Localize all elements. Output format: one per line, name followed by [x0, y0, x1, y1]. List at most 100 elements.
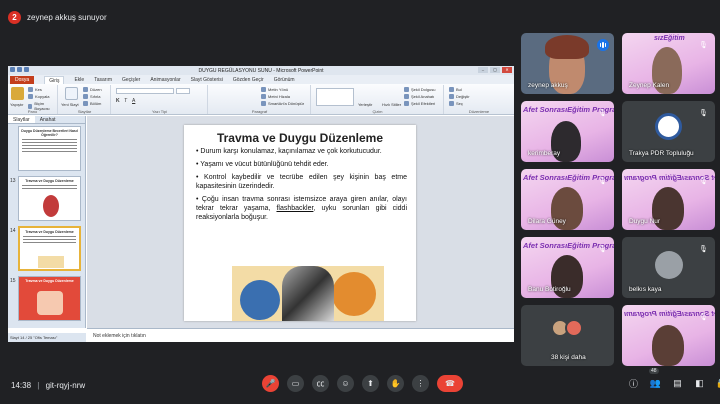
participant-tile[interactable]: Afet SonrasıEğitim Programı 🎙 kerimberay: [521, 101, 614, 162]
leave-call-button[interactable]: ☎: [437, 375, 463, 392]
find-button[interactable]: Bul: [449, 87, 462, 92]
slide-thumbnail-selected[interactable]: 14 Travma ve Duygu Düzenleme: [10, 226, 84, 273]
tab-transitions[interactable]: Geçişler: [122, 77, 140, 83]
paste-icon[interactable]: [11, 87, 24, 100]
speaking-indicator-icon: [597, 39, 609, 51]
camera-button[interactable]: ▭: [287, 375, 304, 392]
close-button[interactable]: ✕: [502, 67, 512, 73]
reset-button[interactable]: Sıfırla: [83, 94, 100, 99]
text-direction-button[interactable]: Metin Yönü: [261, 87, 288, 92]
shape-effects-button[interactable]: Şekil Efektleri: [404, 101, 435, 106]
font-name-field[interactable]: [116, 88, 174, 94]
layout-icon: [83, 87, 88, 92]
minimize-button[interactable]: –: [478, 67, 488, 73]
new-slide-button[interactable]: Yeni Slayt: [61, 102, 79, 107]
more-vert-icon: ⋮: [416, 379, 425, 388]
fill-icon: [404, 87, 409, 92]
font-size-field[interactable]: [176, 88, 190, 94]
tab-home[interactable]: Giriş: [44, 75, 65, 84]
ribbon-group-paragraph: Metin Yönü Metni Hizala SmartArt'a Dönüş…: [209, 85, 311, 114]
align-text-icon: [261, 94, 266, 99]
maximize-button[interactable]: ▢: [490, 67, 500, 73]
tab-file[interactable]: Dosya: [10, 75, 35, 84]
align-text-button[interactable]: Metni Hizala: [261, 94, 290, 99]
participant-tile[interactable]: 🎙 Trakya PDR Topluluğu: [622, 101, 715, 162]
captions-icon: ㏄: [316, 379, 325, 388]
participant-tile[interactable]: Afet SonrasıEğitim Programı 🎙 Duygu Nur: [622, 169, 715, 230]
present-button[interactable]: ⬆: [362, 375, 379, 392]
host-controls-button[interactable]: 🔒: [715, 377, 720, 390]
muted-mic-icon: 🎙: [699, 177, 708, 185]
chat-button[interactable]: ▤: [671, 377, 684, 390]
shape-outline-button[interactable]: Şekil Anahatı: [404, 94, 434, 99]
tab-outline[interactable]: Anahat: [35, 116, 61, 123]
text-direction-icon: [261, 87, 266, 92]
tab-insert[interactable]: Ekle: [74, 77, 84, 83]
tab-slideshow[interactable]: Slayt Gösterisi: [191, 77, 223, 83]
participant-tile[interactable]: Afet SonrasıEğitim Programı 🎙 Dilara Gün…: [521, 169, 614, 230]
emoji-icon: ☺: [341, 379, 350, 388]
slide-thumbnail[interactable]: 13 Travma ve Duygu Düzenleme: [10, 176, 84, 223]
muted-mic-icon: 🎙: [699, 313, 708, 321]
notes-pane[interactable]: Not eklemek için tıklatın: [87, 328, 514, 342]
copy-button[interactable]: Kopyala: [28, 94, 49, 99]
tab-animations[interactable]: Animasyonlar: [150, 77, 180, 83]
new-slide-icon[interactable]: [65, 87, 78, 100]
more-participants-tile[interactable]: 38 kişi daha: [521, 305, 614, 366]
shape-fill-button[interactable]: Şekil Dolgusu: [404, 87, 435, 92]
group-label: Pano: [27, 109, 38, 114]
activities-button[interactable]: ◧: [693, 377, 706, 390]
participant-tile[interactable]: Afet SonrasıEğitim Programı 🎙 Banu Botir…: [521, 237, 614, 298]
layout-button[interactable]: Düzen: [83, 87, 102, 92]
slide-thumbnail[interactable]: Duygu Düzenleme Becerileri Nasıl Öğrenil…: [10, 126, 84, 173]
select-button[interactable]: Seç: [449, 101, 463, 106]
ribbon-group-font: K T A Yazı Tipi: [112, 85, 208, 114]
tab-view[interactable]: Görünüm: [274, 77, 295, 83]
current-slide[interactable]: Travma ve Duygu Düzenleme • Durum karşı …: [184, 125, 416, 321]
bold-button[interactable]: K: [116, 98, 120, 104]
ribbon: Yapıştır Kes Kopyala Biçim Boyacısı Pano…: [8, 84, 514, 115]
presenter-text: zeynep akkuş sunuyor: [27, 12, 107, 22]
meeting-controls-bar: 14:38 | git-rqyj-nrw 🎤 ▭ ㏄ ☺ ⬆ ✋ ⋮ ☎ ⓘ 4…: [0, 368, 720, 404]
raise-hand-button[interactable]: ✋: [387, 375, 404, 392]
participant-name: kerimberay: [528, 150, 561, 157]
camera-icon: ▭: [291, 379, 300, 388]
participant-tile[interactable]: 🎙 belkıs kaya: [622, 237, 715, 298]
paste-button[interactable]: Yapıştır: [10, 102, 24, 107]
muted-mic-icon: 🎙: [598, 245, 607, 253]
ribbon-group-clipboard: Yapıştır Kes Kopyala Biçim Boyacısı Pano: [8, 85, 58, 114]
tab-slides[interactable]: Slaytlar: [8, 116, 35, 123]
more-participants-label: 38 kişi daha: [551, 354, 586, 361]
captions-button[interactable]: ㏄: [312, 375, 329, 392]
meeting-details-button[interactable]: ⓘ: [627, 377, 640, 390]
shapes-gallery[interactable]: [316, 88, 354, 106]
info-icon: ⓘ: [628, 379, 638, 389]
arrange-button[interactable]: Yerleştir: [358, 102, 372, 107]
outline-icon: [404, 94, 409, 99]
side-controls: ⓘ 48 👥 ▤ ◧ 🔒: [627, 368, 720, 390]
participant-name: zeynep akkuş: [528, 82, 568, 89]
underline-button[interactable]: A: [132, 98, 135, 104]
more-options-button[interactable]: ⋮: [412, 375, 429, 392]
presenter-avatar: 2: [8, 10, 21, 24]
section-icon: [83, 101, 88, 106]
people-button[interactable]: 48 👥: [649, 368, 662, 390]
participant-tile[interactable]: Afet SonrasıEğitim Programı 🎙: [622, 305, 715, 366]
replace-button[interactable]: Değiştir: [449, 94, 470, 99]
participant-tile[interactable]: zeynep akkuş: [521, 33, 614, 94]
mic-off-button[interactable]: 🎤: [262, 375, 279, 392]
cut-icon: [28, 87, 33, 92]
participant-tile[interactable]: sızEğitim 🎙 Zeynep Kalen: [622, 33, 715, 94]
tab-design[interactable]: Tasarım: [94, 77, 112, 83]
tab-review[interactable]: Gözden Geçir: [233, 77, 264, 83]
smartart-button[interactable]: SmartArt'a Dönüştür: [261, 101, 304, 106]
italic-button[interactable]: T: [124, 98, 127, 104]
chat-icon: ▤: [673, 378, 682, 388]
quick-styles-button[interactable]: Hızlı Stiller: [382, 102, 401, 107]
participant-name: Dilara Güney: [528, 218, 566, 225]
slide-thumbnail[interactable]: 15 Travma ve Duygu Düzenleme: [10, 276, 84, 323]
cut-button[interactable]: Kes: [28, 87, 42, 92]
section-button[interactable]: Bölüm: [83, 101, 101, 106]
slide-counter: Slayt 14 / 25: [10, 335, 33, 340]
emoji-button[interactable]: ☺: [337, 375, 354, 392]
